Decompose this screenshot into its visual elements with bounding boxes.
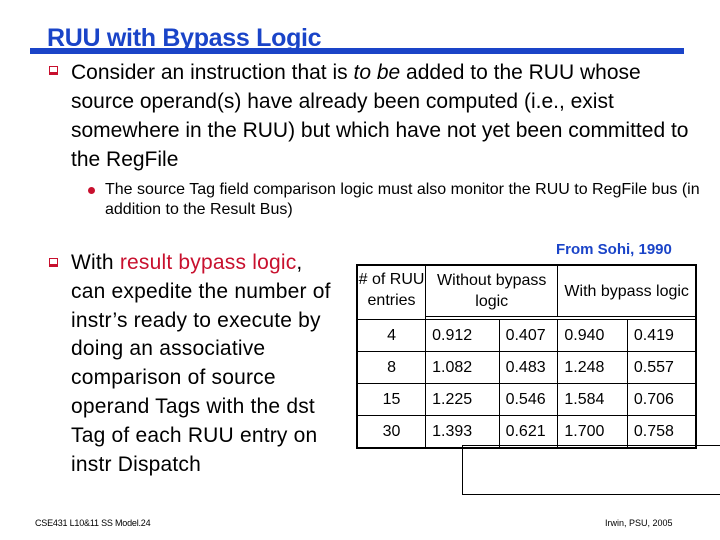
cell-value: 0.940 — [557, 319, 628, 352]
cell-value: 1.225 — [425, 383, 500, 416]
cell-value: 1.248 — [557, 351, 628, 384]
bullet2-rest: , can expedite the number of instr’s rea… — [71, 251, 331, 476]
cell-value: 0.621 — [498, 415, 559, 449]
cell-ruu-entries: 8 — [356, 351, 427, 384]
square-bullet-icon — [49, 66, 58, 75]
cell-value: 1.082 — [425, 351, 500, 384]
cell-ruu-entries: 30 — [356, 415, 427, 449]
cell-ruu-entries: 15 — [356, 383, 427, 416]
bullet2-highlight: result bypass logic — [119, 251, 297, 274]
table-row: 4 0.912 0.407 0.940 0.419 — [356, 319, 697, 352]
cell-ruu-entries: 4 — [356, 319, 427, 352]
ruu-bypass-table: # of RUU entries Without bypass logic Wi… — [356, 264, 720, 495]
subbullet-tag-comparison: The source Tag field comparison logic mu… — [105, 181, 700, 218]
title-underline — [30, 48, 684, 54]
cell-value: 0.407 — [498, 319, 559, 352]
cell-value: 1.584 — [557, 383, 628, 416]
square-bullet-icon — [49, 258, 58, 267]
header-with-bypass: With bypass logic — [557, 264, 697, 317]
bullet1-text-a: Consider an instruction that is — [71, 61, 354, 84]
bullet-result-bypass: With result bypass logic, can expedite t… — [71, 249, 341, 479]
bullet-consider-instruction: Consider an instruction that is to be ad… — [71, 58, 701, 174]
header-ruu-entries: # of RUU entries — [356, 264, 427, 320]
table-header-row: # of RUU entries Without bypass logic Wi… — [356, 264, 697, 320]
table-row: 30 1.393 0.621 1.700 0.758 — [356, 415, 697, 449]
cell-value: 1.700 — [557, 415, 628, 449]
cell-value: 0.546 — [498, 383, 559, 416]
cell-value: 0.483 — [498, 351, 559, 384]
cell-value: 1.393 — [425, 415, 500, 449]
cell-value: 0.706 — [626, 383, 697, 416]
round-bullet-icon — [88, 187, 95, 194]
table-row: 15 1.225 0.546 1.584 0.706 — [356, 383, 697, 416]
footer-course-label: CSE431 L10&11 SS Model.24 — [35, 518, 151, 528]
cell-value: 0.912 — [425, 319, 500, 352]
header-without-bypass: Without bypass logic — [425, 264, 559, 317]
table-row: 8 1.082 0.483 1.248 0.557 — [356, 351, 697, 384]
bullet2-prefix: With — [71, 251, 120, 274]
source-citation: From Sohi, 1990 — [556, 241, 672, 258]
bullet1-italic: to be — [353, 61, 401, 84]
cell-value: 0.419 — [626, 319, 697, 352]
cell-value: 0.557 — [626, 351, 697, 384]
subheader-issue-rate: Issue rate — [462, 445, 720, 495]
footer-credit: Irwin, PSU, 2005 — [605, 518, 673, 528]
cell-value: 0.758 — [626, 415, 697, 449]
